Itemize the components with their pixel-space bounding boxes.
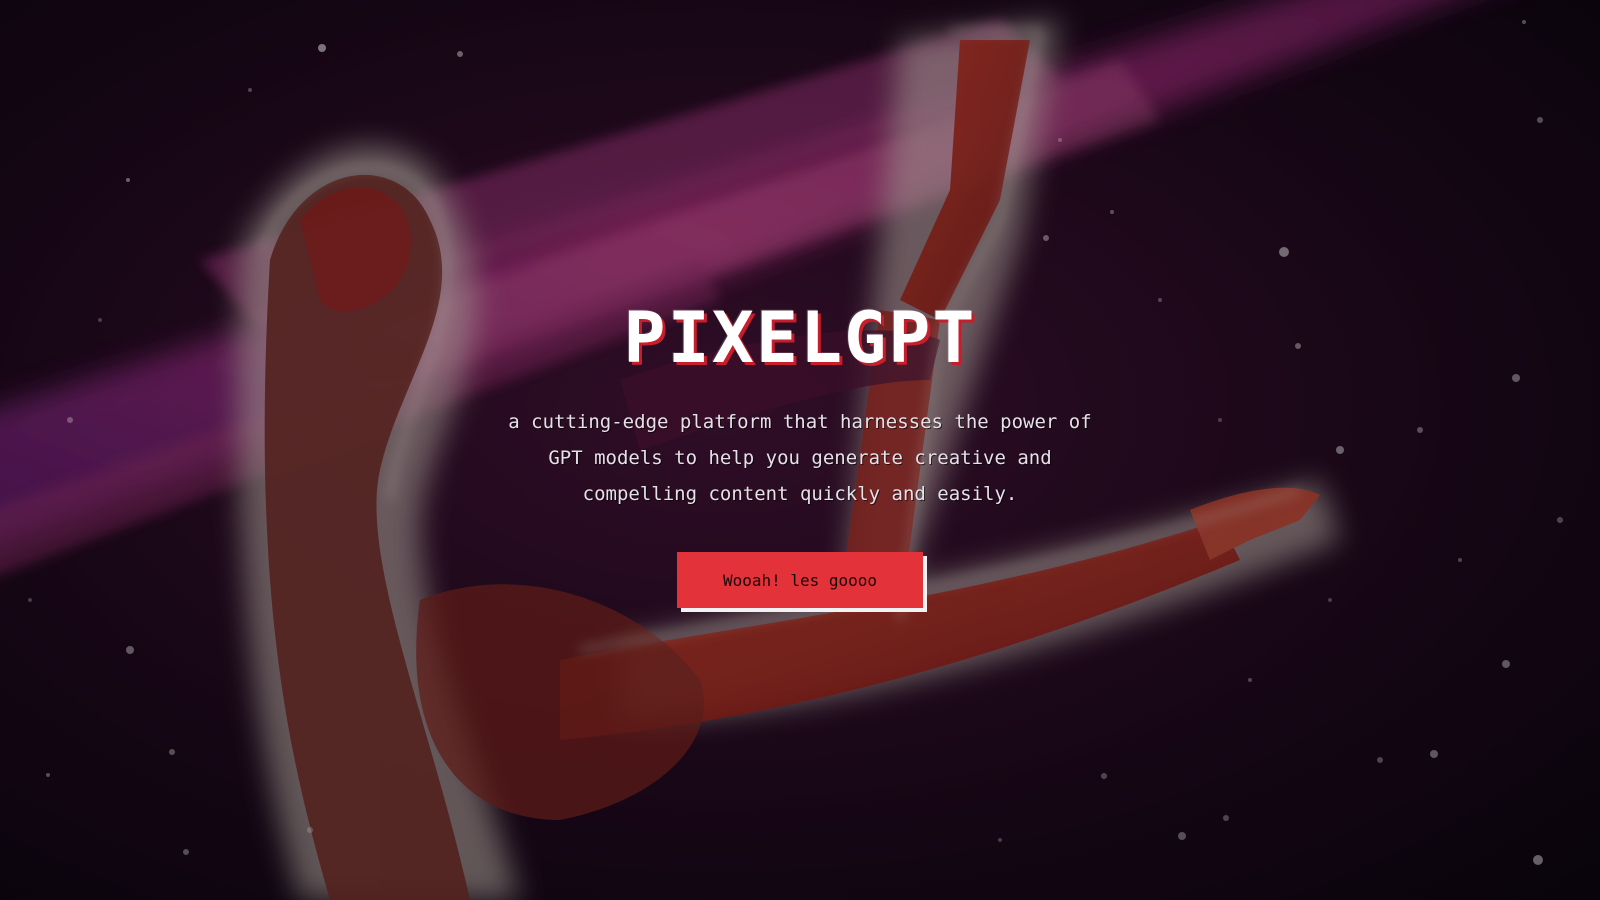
- hero-section: PIXELGPT a cutting-edge platform that ha…: [0, 296, 1600, 612]
- cta-wrapper: Wooah! les goooo: [677, 552, 927, 612]
- hero-description: a cutting-edge platform that harnesses t…: [508, 411, 1092, 505]
- get-started-button[interactable]: Wooah! les goooo: [677, 552, 923, 608]
- page-title: PIXELGPT: [623, 297, 977, 379]
- landing-page: PIXELGPT a cutting-edge platform that ha…: [0, 0, 1600, 900]
